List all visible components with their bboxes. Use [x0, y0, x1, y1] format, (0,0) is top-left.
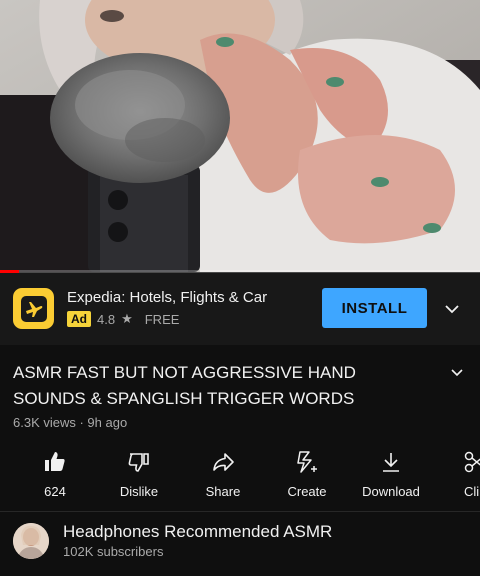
dislike-button[interactable]: Dislike: [97, 447, 181, 503]
like-button[interactable]: 624: [13, 447, 97, 503]
chevron-down-icon[interactable]: [444, 301, 460, 322]
download-icon: [379, 449, 403, 475]
video-title[interactable]: ASMR FAST BUT NOT AGGRESSIVE HAND SOUNDS…: [13, 360, 423, 412]
avatar[interactable]: [13, 523, 49, 559]
download-button[interactable]: Download: [349, 447, 433, 503]
subscriber-count: 102K subscribers: [63, 544, 164, 559]
clip-label: Cli: [464, 484, 480, 499]
channel-row[interactable]: Headphones Recommended ASMR 102K subscri…: [0, 512, 480, 576]
scissors-icon: [463, 449, 480, 475]
video-frame-image: [0, 0, 480, 272]
ad-price: FREE: [144, 311, 180, 327]
ad-badge: Ad: [67, 311, 91, 327]
video-meta[interactable]: 6.3K views · 9h ago: [13, 415, 127, 430]
create-button[interactable]: Create: [265, 447, 349, 503]
ad-app-name[interactable]: Expedia: Hotels, Flights & Car: [67, 289, 267, 306]
dislike-label: Dislike: [119, 484, 159, 499]
share-icon: [211, 449, 235, 475]
video-player[interactable]: [0, 0, 480, 272]
clip-button[interactable]: Cli: [433, 447, 480, 503]
channel-name[interactable]: Headphones Recommended ASMR: [63, 522, 332, 542]
thumbs-down-icon: [127, 449, 151, 475]
install-button[interactable]: INSTALL: [322, 288, 427, 328]
expand-description-chevron-icon[interactable]: [450, 366, 464, 385]
create-label: Create: [287, 484, 327, 499]
ad-banner[interactable]: Expedia: Hotels, Flights & Car Ad 4.8 ★ …: [0, 273, 480, 345]
like-count: 624: [44, 484, 66, 499]
star-icon: ★: [121, 311, 133, 326]
action-bar: 624 Dislike Share Create Download Cli: [0, 447, 480, 503]
thumbs-up-icon: [43, 449, 67, 475]
create-sparkle-icon: [294, 449, 320, 475]
ad-rating: 4.8: [97, 311, 116, 327]
expedia-plane-icon: [13, 288, 54, 329]
download-label: Download: [362, 484, 420, 499]
share-button[interactable]: Share: [181, 447, 265, 503]
ad-meta: Ad 4.8 ★ FREE: [67, 311, 179, 327]
share-label: Share: [205, 484, 241, 499]
